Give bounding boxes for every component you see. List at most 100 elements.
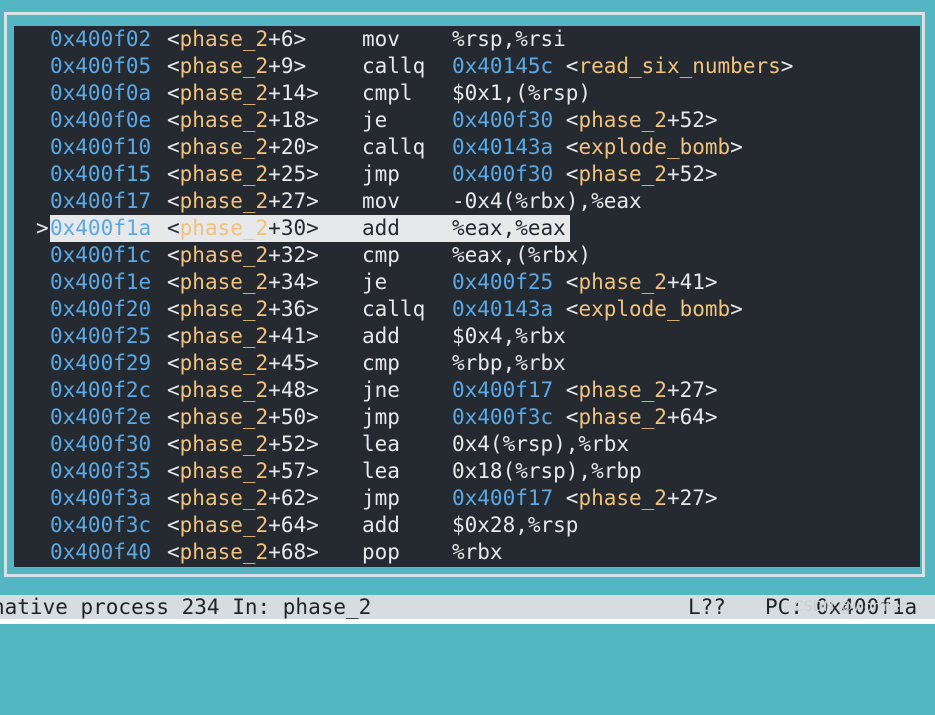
instruction-symbol: <phase_2+50> xyxy=(167,405,319,429)
operand-text: $0x28,%rsp xyxy=(452,513,579,537)
instruction-row[interactable]: 0x400f1e <phase_2+34> je 0x400f25 <phase_2+… xyxy=(14,269,920,296)
symbol-function: phase_2 xyxy=(179,243,269,267)
current-instruction-row[interactable]: >0x400f1a <phase_2+30> add %eax,%eax xyxy=(14,215,920,242)
status-process: native process 234 In: phase_2 xyxy=(0,595,372,619)
instruction-operands: 0x400f30 <phase_2+52> xyxy=(452,162,718,186)
instruction-row[interactable]: 0x400f2c <phase_2+48> jne 0x400f17 <phase_2… xyxy=(14,377,920,404)
instruction-row[interactable]: 0x400f2e <phase_2+50> jmp 0x400f3c <phase_2… xyxy=(14,404,920,431)
instruction-row[interactable]: 0x400f0a <phase_2+14> cmpl $0x1,(%rsp) xyxy=(14,80,920,107)
operand-text: %rsp,%rsi xyxy=(452,27,566,51)
instruction-mnemonic: cmp xyxy=(362,351,400,375)
symbol-offset: +25 xyxy=(268,162,307,186)
symbol-function: phase_2 xyxy=(179,378,269,402)
symbol-offset: +9 xyxy=(268,54,294,78)
instruction-operands: -0x4(%rbx),%eax xyxy=(452,188,642,215)
instruction-row[interactable]: 0x400f17 <phase_2+27> mov -0x4(%rbx),%eax xyxy=(14,188,920,215)
instruction-mnemonic: mov xyxy=(362,189,400,213)
operand-target-offset: +52 xyxy=(666,108,705,132)
operand-target-offset: +27 xyxy=(666,378,705,402)
disassembly-pane[interactable]: 0x400f02 <phase_2+6> mov %rsp,%rsi 0x400f05 <… xyxy=(14,26,920,567)
symbol-function: phase_2 xyxy=(179,459,269,483)
instruction-row[interactable]: 0x400f05 <phase_2+9> callq 0x40145c <read_s… xyxy=(14,53,920,80)
instruction-operands: $0x4,%rbx xyxy=(452,323,566,350)
instruction-operands: 0x400f17 <phase_2+27> xyxy=(452,378,718,402)
instruction-row[interactable]: 0x400f40 <phase_2+68> pop %rbx xyxy=(14,539,920,566)
instruction-operands: %eax,%eax xyxy=(452,215,566,242)
symbol-function: phase_2 xyxy=(179,108,269,132)
instruction-operands: 0x400f3c <phase_2+64> xyxy=(452,405,718,429)
symbol-function: phase_2 xyxy=(179,540,269,564)
instruction-symbol: <phase_2+25> xyxy=(167,162,319,186)
symbol-offset: +52 xyxy=(268,432,307,456)
instruction-symbol: <phase_2+48> xyxy=(167,378,319,402)
symbol-offset: +32 xyxy=(268,243,307,267)
symbol-function: phase_2 xyxy=(179,135,269,159)
instruction-row[interactable]: 0x400f02 <phase_2+6> mov %rsp,%rsi xyxy=(14,26,920,53)
instruction-operands: %rbx xyxy=(452,539,503,566)
instruction-address: 0x400f20 xyxy=(50,297,152,321)
symbol-function: phase_2 xyxy=(179,81,269,105)
operand-target-offset: +52 xyxy=(666,162,705,186)
operand-target-address: 0x400f25 xyxy=(452,270,554,294)
status-line: L?? xyxy=(688,595,726,619)
symbol-offset: +45 xyxy=(268,351,307,375)
instruction-operands: 0x400f25 <phase_2+41> xyxy=(452,270,718,294)
instruction-row[interactable]: 0x400f30 <phase_2+52> lea 0x4(%rsp),%rbx xyxy=(14,431,920,458)
operand-target-address: 0x400f17 xyxy=(452,378,554,402)
instruction-mnemonic: callq xyxy=(362,297,426,321)
instruction-address: 0x400f02 xyxy=(50,27,152,51)
instruction-operands: %rsp,%rsi xyxy=(452,26,566,53)
instruction-row[interactable]: 0x400f0e <phase_2+18> je 0x400f30 <phase_2+… xyxy=(14,107,920,134)
instruction-symbol: <phase_2+6> xyxy=(167,27,307,51)
instruction-symbol: <phase_2+14> xyxy=(167,81,319,105)
operand-target-function: phase_2 xyxy=(578,162,667,186)
operand-target-address: 0x40143a xyxy=(452,297,554,321)
instruction-row[interactable]: 0x400f15 <phase_2+25> jmp 0x400f30 <phase_2… xyxy=(14,161,920,188)
instruction-row[interactable]: 0x400f25 <phase_2+41> add $0x4,%rbx xyxy=(14,323,920,350)
instruction-address: 0x400f3a xyxy=(50,486,152,510)
instruction-operands: $0x28,%rsp xyxy=(452,512,578,539)
symbol-offset: +62 xyxy=(268,486,307,510)
instruction-row[interactable]: 0x400f3c <phase_2+64> add $0x28,%rsp xyxy=(14,512,920,539)
instruction-mnemonic: lea xyxy=(362,432,400,456)
operand-target-offset: +64 xyxy=(666,405,705,429)
instruction-operands: %rbp,%rbx xyxy=(452,350,566,377)
watermark: CSDN @wormer xyxy=(794,599,906,615)
symbol-function: phase_2 xyxy=(179,513,269,537)
instruction-address: 0x400f35 xyxy=(50,459,152,483)
instruction-row[interactable]: 0x400f29 <phase_2+45> cmp %rbp,%rbx xyxy=(14,350,920,377)
operand-target-address: 0x40143a xyxy=(452,135,554,159)
instruction-address: 0x400f1c xyxy=(50,243,152,267)
instruction-operands: 0x40143a <explode_bomb> xyxy=(452,297,743,321)
instruction-row[interactable]: 0x400f20 <phase_2+36> callq 0x40143a <explo… xyxy=(14,296,920,323)
symbol-function: phase_2 xyxy=(179,189,269,213)
instruction-row[interactable]: 0x400f35 <phase_2+57> lea 0x18(%rsp),%rbp xyxy=(14,458,920,485)
instruction-address: 0x400f2c xyxy=(50,378,152,402)
instruction-mnemonic: add xyxy=(362,324,400,348)
instruction-row[interactable]: 0x400f3a <phase_2+62> jmp 0x400f17 <phase_2… xyxy=(14,485,920,512)
instruction-address: 0x400f10 xyxy=(50,135,152,159)
instruction-symbol: <phase_2+32> xyxy=(167,243,319,267)
instruction-address: 0x400f3c xyxy=(50,513,152,537)
instruction-address: 0x400f30 xyxy=(50,432,152,456)
operand-text: %rbx xyxy=(452,540,503,564)
instruction-address: 0x400f1a xyxy=(50,216,152,240)
instruction-operands: 0x18(%rsp),%rbp xyxy=(452,458,642,485)
operand-target-function: explode_bomb xyxy=(578,135,731,159)
instruction-operands: %eax,(%rbx) xyxy=(452,242,591,269)
operand-target-function: phase_2 xyxy=(578,405,667,429)
instruction-row[interactable]: 0x400f10 <phase_2+20> callq 0x40143a <explo… xyxy=(14,134,920,161)
symbol-offset: +27 xyxy=(268,189,307,213)
instruction-mnemonic: mov xyxy=(362,27,400,51)
operand-target-address: 0x400f30 xyxy=(452,162,554,186)
symbol-offset: +57 xyxy=(268,459,307,483)
operand-target-function: phase_2 xyxy=(578,108,667,132)
instruction-symbol: <phase_2+41> xyxy=(167,324,319,348)
operand-target-function: phase_2 xyxy=(578,270,667,294)
symbol-offset: +20 xyxy=(268,135,307,159)
instruction-address: 0x400f40 xyxy=(50,540,152,564)
instruction-row[interactable]: 0x400f1c <phase_2+32> cmp %eax,(%rbx) xyxy=(14,242,920,269)
symbol-function: phase_2 xyxy=(179,162,269,186)
instruction-mnemonic: callq xyxy=(362,54,426,78)
instruction-mnemonic: jmp xyxy=(362,162,400,186)
